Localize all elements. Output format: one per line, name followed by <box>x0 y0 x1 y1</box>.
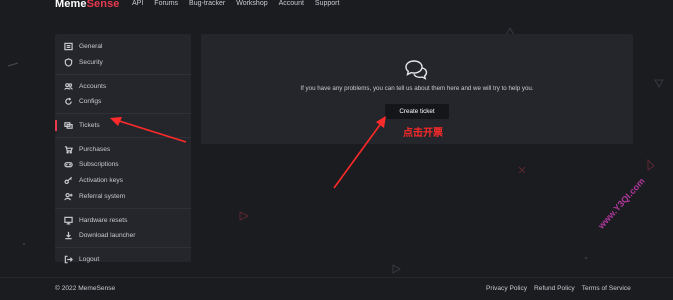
footer-link-terms-of-service[interactable]: Terms of Service <box>582 285 631 292</box>
sidebar-item-label: Activation keys <box>79 177 123 185</box>
sidebar-item-label: Accounts <box>79 82 107 90</box>
brand-logo-part1: Meme <box>55 0 87 10</box>
sidebar-divider <box>55 207 191 209</box>
sidebar-item-logout[interactable]: Logout <box>55 252 191 268</box>
brand-logo[interactable]: MemeSense <box>55 0 120 10</box>
sidebar-item-general[interactable]: General <box>55 39 191 55</box>
sidebar-item-label: Download launcher <box>79 232 136 240</box>
key-icon <box>63 176 73 186</box>
sidebar-item-purchases[interactable]: Purchases <box>55 141 191 157</box>
sidebar-item-accounts[interactable]: Accounts <box>55 78 191 94</box>
refresh-icon <box>63 97 73 107</box>
nav-api[interactable]: API <box>132 0 143 7</box>
sidebar-divider <box>55 113 191 115</box>
sidebar-item-download-launcher[interactable]: Download launcher <box>55 228 191 244</box>
tickets-icon <box>63 121 73 131</box>
sidebar-item-label: Hardware resets <box>79 216 128 224</box>
footer-divider <box>0 277 673 278</box>
cart-icon <box>63 144 73 154</box>
sidebar-item-subscriptions[interactable]: Subscriptions <box>55 157 191 173</box>
main-nav: API Forums Bug-tracker Workshop Account … <box>132 0 339 7</box>
sidebar-item-label: Referral system <box>79 192 126 200</box>
sidebar: General Security Accounts Configs Ticket… <box>55 34 191 264</box>
sidebar-item-configs[interactable]: Configs <box>55 94 191 110</box>
top-nav-bar: MemeSense API Forums Bug-tracker Worksho… <box>0 0 673 12</box>
nav-workshop[interactable]: Workshop <box>236 0 267 7</box>
monitor-icon <box>63 215 73 225</box>
users-icon <box>63 81 73 91</box>
sidebar-item-label: Purchases <box>79 145 111 153</box>
download-icon <box>63 231 73 241</box>
watermark: www.Y3QI.com <box>596 175 647 231</box>
shield-icon <box>63 58 73 68</box>
sidebar-item-label: Tickets <box>79 122 100 130</box>
sidebar-item-label: Security <box>79 59 103 67</box>
sidebar-item-referral-system[interactable]: Referral system <box>55 189 191 205</box>
gamepad-icon <box>63 160 73 170</box>
sidebar-item-label: General <box>79 43 103 51</box>
add-user-icon <box>63 191 73 201</box>
sidebar-item-label: Logout <box>79 255 100 263</box>
sidebar-divider <box>55 247 191 249</box>
sidebar-item-security[interactable]: Security <box>55 55 191 71</box>
nav-support[interactable]: Support <box>315 0 340 7</box>
annotation-label: 点击开票 <box>403 128 443 139</box>
sidebar-divider <box>55 136 191 138</box>
nav-bug-tracker[interactable]: Bug-tracker <box>189 0 225 7</box>
sidebar-item-activation-keys[interactable]: Activation keys <box>55 173 191 189</box>
copyright-text: © 2022 MemeSense <box>55 285 116 292</box>
sidebar-item-label: Subscriptions <box>79 161 119 169</box>
sidebar-divider <box>55 73 191 75</box>
create-ticket-button[interactable]: Create ticket <box>385 104 449 119</box>
general-icon <box>63 42 73 52</box>
nav-forums[interactable]: Forums <box>154 0 178 7</box>
nav-account[interactable]: Account <box>279 0 304 7</box>
sidebar-item-label: Configs <box>79 98 102 106</box>
brand-logo-part2: Sense <box>86 0 120 10</box>
footer-link-privacy-policy[interactable]: Privacy Policy <box>486 285 527 292</box>
chat-bubbles-icon <box>405 60 428 80</box>
help-text: If you have any problems, you can tell u… <box>300 85 534 92</box>
footer-links: Privacy Policy Refund Policy Terms of Se… <box>486 285 631 292</box>
logout-icon <box>63 254 73 264</box>
sidebar-item-tickets[interactable]: Tickets <box>55 118 191 134</box>
sidebar-item-hardware-resets[interactable]: Hardware resets <box>55 212 191 228</box>
footer-link-refund-policy[interactable]: Refund Policy <box>534 285 575 292</box>
